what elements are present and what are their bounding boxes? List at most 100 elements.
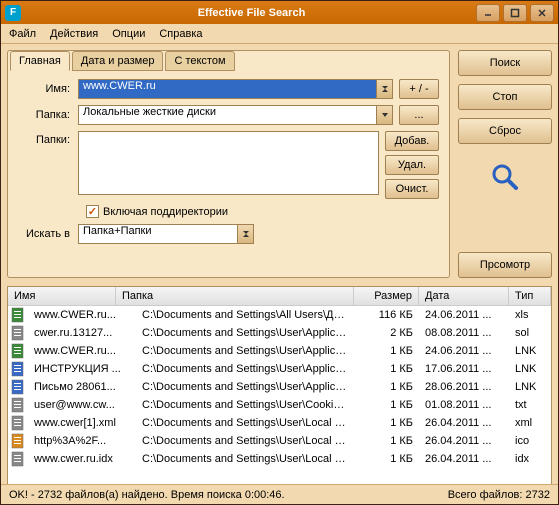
cell-date: 24.06.2011 ... [419,308,509,322]
remove-folder-button[interactable]: Удал. [385,155,439,175]
file-icon [10,361,26,377]
maximize-button[interactable] [503,4,527,22]
table-row[interactable]: www.CWER.ru...C:\Documents and Settings\… [8,342,551,360]
browse-button[interactable]: ... [399,105,439,125]
col-path[interactable]: Папка [116,287,354,305]
cell-date: 17.06.2011 ... [419,362,509,376]
search-button[interactable]: Поиск [458,50,552,76]
cell-name: user@www.cw... [28,398,136,412]
searchin-select[interactable]: Папка+Папки [78,224,238,244]
minimize-button[interactable] [476,4,500,22]
cell-date: 26.04.2011 ... [419,416,509,430]
file-icon [10,415,26,431]
cell-size: 1 КБ [354,416,419,430]
cell-type: txt [509,398,551,412]
cell-type: sol [509,326,551,340]
file-icon [10,379,26,395]
cell-path: C:\Documents and Settings\User\Local Set… [136,452,354,466]
menu-options[interactable]: Опции [112,28,145,40]
table-row[interactable]: cwer.ru.13127...C:\Documents and Setting… [8,324,551,342]
close-button[interactable] [530,4,554,22]
cell-name: www.cwer.ru.idx [28,452,136,466]
cell-name: Письмо 28061... [28,380,136,394]
cell-path: C:\Documents and Settings\User\Local Set… [136,416,354,430]
menu-help[interactable]: Справка [159,28,202,40]
side-buttons: Поиск Стоп Сброс Прсомотр [458,50,552,278]
statusbar: OK! - 2732 файлов(а) найдено. Время поис… [1,484,558,504]
cell-size: 2 КБ [354,326,419,340]
col-name[interactable]: Имя [8,287,116,305]
col-date[interactable]: Дата [419,287,509,305]
cell-date: 08.08.2011 ... [419,326,509,340]
subdirs-label: Включая поддиректории [103,206,228,218]
tab-main[interactable]: Главная [10,51,70,71]
cell-name: http%3A%2F... [28,434,136,448]
folder-select[interactable]: Локальные жесткие диски [78,105,377,125]
cell-path: C:\Documents and Settings\User\Applicati… [136,344,354,358]
cell-path: C:\Documents and Settings\User\Applicati… [136,326,354,340]
cell-size: 1 КБ [354,380,419,394]
cell-size: 1 КБ [354,362,419,376]
cell-size: 1 КБ [354,452,419,466]
cell-date: 26.04.2011 ... [419,434,509,448]
cell-path: C:\Documents and Settings\User\Cookies\ [136,398,354,412]
cell-path: C:\Documents and Settings\User\Applicati… [136,380,354,394]
cell-date: 28.06.2011 ... [419,380,509,394]
table-row[interactable]: ИНСТРУКЦИЯ ...C:\Documents and Settings\… [8,360,551,378]
window-title: Effective File Search [27,7,476,19]
cell-date: 26.04.2011 ... [419,452,509,466]
tab-date-size[interactable]: Дата и размер [72,51,164,71]
cell-type: ico [509,434,551,448]
menubar: Файл Действия Опции Справка [1,24,558,44]
cell-name: www.CWER.ru... [28,308,136,322]
name-input[interactable]: www.CWER.ru [78,79,377,99]
menu-actions[interactable]: Действия [50,28,98,40]
search-panel: Главная Дата и размер С текстом Имя: www… [7,50,450,278]
subdirs-checkbox[interactable] [86,205,99,218]
table-row[interactable]: http%3A%2F...C:\Documents and Settings\U… [8,432,551,450]
clear-folders-button[interactable]: Очист. [385,179,439,199]
file-icon [10,343,26,359]
col-type[interactable]: Тип [509,287,551,305]
titlebar: F Effective File Search [1,1,558,24]
cell-type: idx [509,452,551,466]
table-header: Имя Папка Размер Дата Тип [8,287,551,306]
cell-name: ИНСТРУКЦИЯ ... [28,362,136,376]
col-size[interactable]: Размер [354,287,419,305]
searchin-label: Искать в [26,228,78,240]
folders-label: Папки: [18,131,78,146]
table-row[interactable]: www.CWER.ru...C:\Documents and Settings\… [8,306,551,324]
cell-type: xml [509,416,551,430]
magnify-icon [490,162,520,195]
table-row[interactable]: Письмо 28061...C:\Documents and Settings… [8,378,551,396]
searchin-dropdown[interactable] [238,224,254,244]
table-row[interactable]: user@www.cw...C:\Documents and Settings\… [8,396,551,414]
menu-file[interactable]: Файл [9,28,36,40]
add-folder-button[interactable]: Добав. [385,131,439,151]
stop-button[interactable]: Стоп [458,84,552,110]
file-icon [10,451,26,467]
tab-with-text[interactable]: С текстом [165,51,234,71]
plus-minus-button[interactable]: + / - [399,79,439,99]
folders-list[interactable] [78,131,379,195]
file-icon [10,433,26,449]
table-row[interactable]: www.cwer[1].xmlC:\Documents and Settings… [8,414,551,432]
content: Главная Дата и размер С текстом Имя: www… [1,44,558,484]
cell-path: C:\Documents and Settings\User\Applicati… [136,362,354,376]
cell-size: 1 КБ [354,398,419,412]
reset-button[interactable]: Сброс [458,118,552,144]
cell-type: LNK [509,362,551,376]
file-icon [10,397,26,413]
cell-type: LNK [509,380,551,394]
preview-button[interactable]: Прсомотр [458,252,552,278]
file-icon [10,307,26,323]
window: F Effective File Search Файл Действия Оп… [0,0,559,505]
folder-dropdown[interactable] [377,105,393,125]
name-dropdown[interactable] [377,79,393,99]
cell-name: www.CWER.ru... [28,344,136,358]
cell-path: C:\Documents and Settings\All Users\Доку… [136,308,354,322]
cell-size: 1 КБ [354,344,419,358]
cell-path: C:\Documents and Settings\User\Local Set… [136,434,354,448]
cell-name: www.cwer[1].xml [28,416,136,430]
table-row[interactable]: www.cwer.ru.idxC:\Documents and Settings… [8,450,551,468]
